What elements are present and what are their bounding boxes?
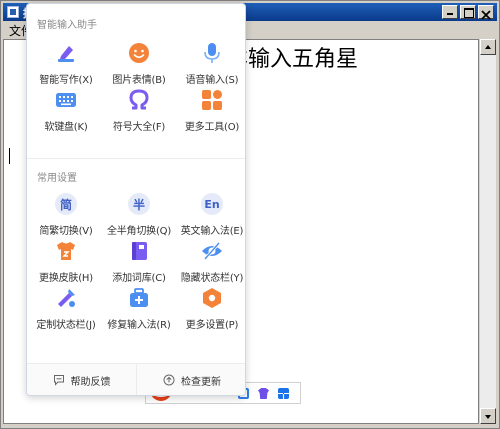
- tool-soft-keyboard[interactable]: 软键盘(K): [30, 89, 102, 136]
- omega-icon: [128, 89, 150, 111]
- setting-change-skin[interactable]: 更换皮肤(H): [30, 240, 102, 287]
- setting-more-settings[interactable]: 更多设置(P): [176, 287, 245, 334]
- app-icon: [7, 6, 19, 18]
- simplified-glyph: 简: [55, 193, 77, 215]
- section-title-smart: 智能输入助手: [37, 20, 97, 31]
- half-width-icon: 半: [128, 193, 150, 215]
- tool-smart-writing[interactable]: 智能写作(X): [30, 42, 102, 89]
- tool-label: 符号大全(F): [112, 122, 166, 133]
- tool-label: 更多设置(P): [185, 320, 239, 331]
- keyboard-icon: [55, 89, 77, 111]
- tool-symbols[interactable]: 符号大全(F): [103, 89, 175, 136]
- simplified-icon: 简: [55, 193, 77, 215]
- book-icon: [128, 240, 150, 262]
- ime-skin-icon[interactable]: [258, 388, 269, 399]
- english-glyph: En: [201, 193, 223, 215]
- shirt-icon: [55, 240, 77, 262]
- maximize-button[interactable]: [460, 5, 476, 19]
- toolbox-icon: [128, 287, 150, 309]
- scroll-up-button[interactable]: [480, 39, 496, 55]
- tool-image-emoji[interactable]: 图片表情(B): [103, 42, 175, 89]
- close-button[interactable]: [478, 5, 494, 20]
- tool-label: 添加词库(C): [112, 273, 166, 284]
- setting-customize-status-bar[interactable]: 定制状态栏(J): [30, 287, 102, 334]
- tool-label: 修复输入法(R): [107, 320, 171, 331]
- setting-add-dictionary[interactable]: 添加词库(C): [103, 240, 175, 287]
- pen-icon: [55, 42, 77, 64]
- feedback-icon: [53, 375, 64, 386]
- microphone-icon: [201, 42, 223, 64]
- minimize-button[interactable]: [442, 5, 458, 19]
- tools-grid-icon: [201, 89, 223, 111]
- tool-label: 软键盘(K): [44, 122, 88, 133]
- section-title-settings: 常用设置: [37, 173, 77, 184]
- settings-grid: 简 简繁切换(V) 半 全半角切换(Q) En 英文输入法(E) 更换皮肤(H)…: [27, 193, 245, 334]
- tool-label: 图片表情(B): [112, 75, 166, 86]
- ime-assistant-panel: 智能输入助手 智能写作(X) 图片表情(B) 语音输入(S) 软键盘(K) 符号…: [26, 3, 246, 396]
- tool-label: 智能写作(X): [39, 75, 93, 86]
- setting-hide-status-bar[interactable]: 隐藏状态栏(Y): [176, 240, 245, 287]
- ime-toolbox-icon[interactable]: [278, 388, 289, 399]
- check-update-button[interactable]: 检查更新: [137, 364, 245, 395]
- settings-hex-icon: [201, 287, 223, 309]
- setting-repair-ime[interactable]: 修复输入法(R): [103, 287, 175, 334]
- setting-simplified-traditional[interactable]: 简 简繁切换(V): [30, 193, 102, 240]
- eye-hidden-icon: [201, 240, 223, 262]
- wrench-icon: [55, 287, 77, 309]
- tool-label: 英文输入法(E): [180, 226, 244, 237]
- check-update-label: 检查更新: [181, 376, 221, 388]
- tool-label: 简繁切换(V): [39, 226, 93, 237]
- upload-icon: [163, 374, 175, 386]
- tool-label: 全半角切换(Q): [106, 226, 172, 237]
- scroll-down-button[interactable]: [480, 408, 496, 424]
- section-divider: [27, 158, 245, 159]
- vertical-scrollbar[interactable]: [480, 39, 496, 424]
- english-icon: En: [201, 193, 223, 215]
- tool-voice-input[interactable]: 语音输入(S): [176, 42, 245, 89]
- tool-label: 定制状态栏(J): [36, 320, 96, 331]
- setting-english-input[interactable]: En 英文输入法(E): [176, 193, 245, 240]
- smart-tools-grid: 智能写作(X) 图片表情(B) 语音输入(S) 软键盘(K) 符号大全(F) 更…: [27, 42, 245, 136]
- tool-label: 更多工具(O): [184, 122, 240, 133]
- tool-more-tools[interactable]: 更多工具(O): [176, 89, 245, 136]
- half-width-glyph: 半: [128, 193, 150, 215]
- setting-half-full-width[interactable]: 半 全半角切换(Q): [103, 193, 175, 240]
- tool-label: 更换皮肤(H): [39, 273, 93, 284]
- window-controls: [442, 5, 494, 20]
- help-feedback-label: 帮助反馈: [70, 376, 111, 388]
- close-icon: [481, 10, 491, 20]
- help-feedback-button[interactable]: 帮助反馈: [27, 364, 137, 395]
- text-caret: [9, 148, 10, 164]
- panel-footer: 帮助反馈 检查更新: [27, 363, 245, 395]
- smile-icon: [128, 42, 150, 64]
- tool-label: 语音输入(S): [185, 75, 239, 86]
- tool-label: 隐藏状态栏(Y): [180, 273, 244, 284]
